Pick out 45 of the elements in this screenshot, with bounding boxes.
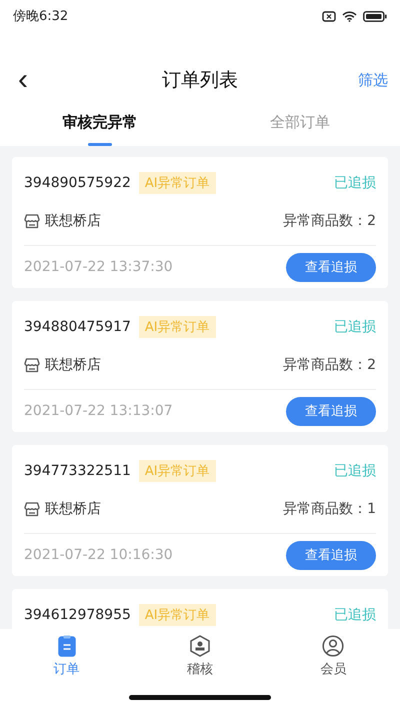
abnormal-count: 异常商品数：1 <box>283 500 376 518</box>
clipboard-icon <box>58 635 76 657</box>
order-time: 2021-07-22 13:13:07 <box>24 403 173 419</box>
order-time: 2021-07-22 13:37:30 <box>24 259 173 275</box>
status-time: 傍晚6:32 <box>13 8 68 25</box>
battery-icon <box>363 10 387 22</box>
bottom-nav-item[interactable]: 会员 <box>266 635 400 678</box>
user-icon <box>322 635 344 657</box>
order-card[interactable]: 394773322511 AI异常订单 已追损 联想桥店 异常商品数：1 2021-07-22 10:16:30 查看追损 <box>12 445 388 576</box>
abnormal-count: 异常商品数：2 <box>283 212 376 230</box>
order-tag: AI异常订单 <box>138 316 216 338</box>
stamp-icon <box>188 635 211 657</box>
bottom-nav-item[interactable]: 稽核 <box>133 635 267 678</box>
bottom-nav-item[interactable]: 订单 <box>0 635 134 678</box>
wifi-icon <box>342 10 357 22</box>
order-tag: AI异常订单 <box>138 172 216 194</box>
page-title: 订单列表 <box>162 68 238 93</box>
tab[interactable]: 审核完异常 <box>0 104 200 146</box>
store-name: 联想桥店 <box>45 500 101 518</box>
order-tag: AI异常订单 <box>138 460 216 482</box>
order-time: 2021-07-22 10:16:30 <box>24 547 173 563</box>
order-status: 已追损 <box>334 606 376 624</box>
store-name: 联想桥店 <box>45 356 101 374</box>
filter-link[interactable]: 筛选 <box>358 70 388 90</box>
order-card[interactable]: 394612978955 AI异常订单 已追损 <box>12 589 388 629</box>
back-button[interactable]: ‹ <box>12 65 34 95</box>
order-card[interactable]: 394880475917 AI异常订单 已追损 联想桥店 异常商品数：2 2021-07-22 13:13:07 查看追损 <box>12 301 388 432</box>
abnormal-count: 异常商品数：2 <box>283 356 376 374</box>
order-number: 394890575922 <box>24 175 131 191</box>
order-number: 394773322511 <box>24 463 131 479</box>
view-loss-button[interactable]: 查看追损 <box>286 540 376 570</box>
order-status: 已追损 <box>334 318 376 336</box>
order-card[interactable]: 394890575922 AI异常订单 已追损 联想桥店 异常商品数：2 2021-07-22 13:37:30 查看追损 <box>12 157 388 288</box>
store-icon <box>24 502 40 516</box>
view-loss-button[interactable]: 查看追损 <box>286 252 376 282</box>
store-icon <box>24 358 40 372</box>
order-status: 已追损 <box>334 174 376 192</box>
order-number: 394880475917 <box>24 319 131 335</box>
order-number: 394612978955 <box>24 607 131 623</box>
store-icon <box>24 214 40 228</box>
order-tag: AI异常订单 <box>138 604 216 626</box>
order-status: 已追损 <box>334 462 376 480</box>
view-loss-button[interactable]: 查看追损 <box>286 396 376 426</box>
sim-icon <box>322 10 336 22</box>
store-name: 联想桥店 <box>45 212 101 230</box>
